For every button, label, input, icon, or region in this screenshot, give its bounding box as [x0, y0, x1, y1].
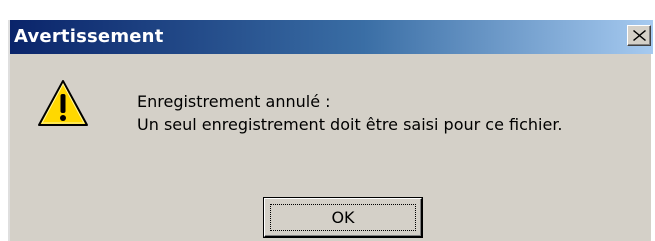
message-line-1: Enregistrement annulé :	[137, 92, 331, 111]
close-icon	[633, 30, 646, 41]
ok-button-label: OK	[331, 208, 355, 227]
message-text: Enregistrement annulé : Un seul enregist…	[137, 90, 563, 136]
warning-icon	[38, 80, 88, 126]
close-button[interactable]	[627, 25, 651, 46]
dialog-title: Avertissement	[14, 26, 164, 47]
message-line-2: Un seul enregistrement doit être saisi p…	[137, 115, 563, 134]
ok-button[interactable]: OK	[264, 198, 422, 237]
title-bar[interactable]: Avertissement	[10, 20, 653, 54]
warning-dialog: Avertissement Enregistrement annulé : Un…	[8, 20, 653, 241]
